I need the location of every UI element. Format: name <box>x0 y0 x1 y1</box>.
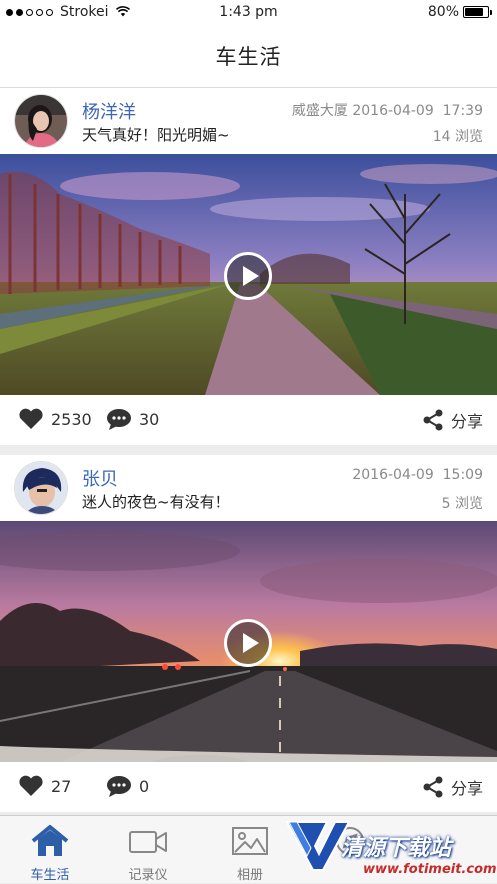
watermark-text: 清源下载站 <box>341 836 452 861</box>
play-button[interactable] <box>224 619 272 667</box>
comment-button[interactable]: 30 <box>106 408 159 430</box>
post-header: 张贝 2016-04-09 15:09 迷人的夜色~有没有！ 5 浏览 <box>0 455 497 521</box>
watermark-url: www.fotimeit.com <box>363 862 497 877</box>
share-icon <box>423 409 443 431</box>
view-count: 14 浏览 <box>432 129 483 145</box>
like-button[interactable]: 27 <box>18 775 71 797</box>
page-title: 车生活 <box>215 45 282 69</box>
tab-label: 车生活 <box>30 868 70 883</box>
comment-button[interactable]: 0 <box>106 775 149 797</box>
avatar[interactable] <box>14 461 68 515</box>
status-bar: Strokei 1:43 pm 80% <box>0 0 497 26</box>
post-card[interactable]: 杨洋洋 威盛大厦 2016-04-09 17:39 天气真好！阳光明媚~ 14 … <box>0 88 497 445</box>
navigation-bar: 车生活 <box>0 26 497 88</box>
video-thumbnail[interactable] <box>0 154 497 395</box>
post-caption: 天气真好！阳光明媚~ <box>82 126 230 144</box>
share-button[interactable]: 分享 <box>422 775 483 799</box>
watermark-logo: 清源下载站 www.fotimeit.com <box>285 816 497 884</box>
like-button[interactable]: 2530 <box>18 408 92 430</box>
photo-icon <box>232 827 268 855</box>
home-icon <box>31 825 69 856</box>
share-icon <box>423 776 443 798</box>
post-location: 威盛大厦 <box>291 103 348 119</box>
share-button[interactable]: 分享 <box>422 408 483 432</box>
comment-icon <box>107 409 131 430</box>
clock: 1:43 pm <box>219 4 278 20</box>
tab-bar: 车生活 记录仪 相册 清源下载站 www.fotimeit.com <box>0 815 497 883</box>
post-actions: 2530 30 分享 <box>0 395 497 445</box>
post-meta: 2016-04-09 15:09 <box>352 467 483 483</box>
video-thumbnail[interactable] <box>0 521 497 762</box>
post-time: 17:39 <box>442 103 483 119</box>
share-label: 分享 <box>450 412 483 431</box>
feed-list[interactable]: 杨洋洋 威盛大厦 2016-04-09 17:39 天气真好！阳光明媚~ 14 … <box>0 88 497 815</box>
comment-count: 30 <box>139 409 160 429</box>
post-date: 2016-04-09 <box>352 103 434 119</box>
username[interactable]: 杨洋洋 <box>82 98 136 124</box>
username[interactable]: 张贝 <box>82 465 118 491</box>
play-button[interactable] <box>224 252 272 300</box>
like-count: 27 <box>51 776 72 796</box>
battery-icon <box>463 6 492 18</box>
video-camera-icon <box>129 831 167 853</box>
post-time: 15:09 <box>442 467 483 483</box>
heart-icon <box>19 775 43 796</box>
heart-icon <box>19 408 43 429</box>
tab-label: 记录仪 <box>128 868 168 883</box>
battery-percent: 80% <box>427 4 459 20</box>
view-count: 5 浏览 <box>441 496 483 512</box>
like-count: 2530 <box>51 409 92 429</box>
post-caption: 迷人的夜色~有没有！ <box>82 493 230 511</box>
post-meta: 威盛大厦 2016-04-09 17:39 <box>292 100 483 120</box>
post-date: 2016-04-09 <box>352 467 434 483</box>
comment-count: 0 <box>139 776 150 796</box>
tab-car-life[interactable]: 车生活 <box>0 816 100 884</box>
post-header: 杨洋洋 威盛大厦 2016-04-09 17:39 天气真好！阳光明媚~ 14 … <box>0 88 497 154</box>
comment-icon <box>107 776 131 797</box>
post-actions: 27 0 分享 <box>0 762 497 812</box>
battery-status: 80% <box>427 4 492 20</box>
post-card[interactable]: 张贝 2016-04-09 15:09 迷人的夜色~有没有！ 5 浏览 27 0… <box>0 455 497 812</box>
share-label: 分享 <box>450 779 483 798</box>
tab-recorder[interactable]: 记录仪 <box>98 816 198 884</box>
avatar[interactable] <box>14 94 68 148</box>
